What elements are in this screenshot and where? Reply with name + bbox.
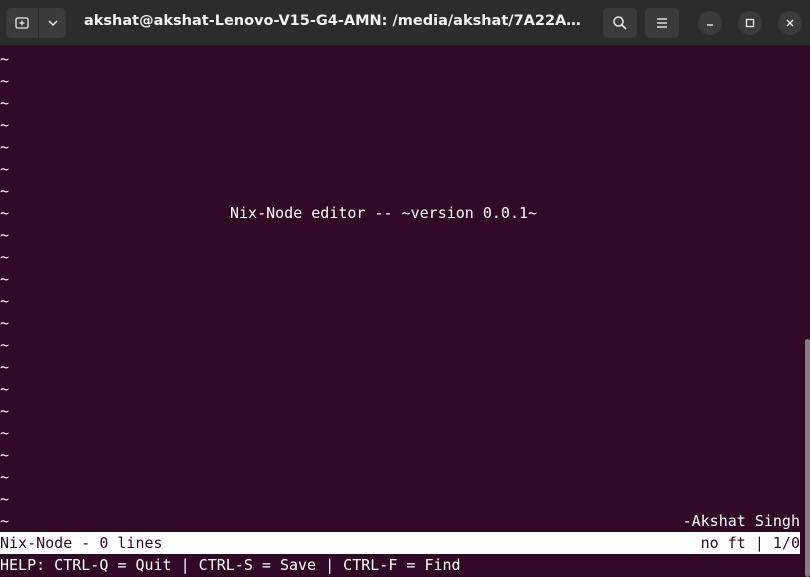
empty-line-marker: ~ (0, 468, 10, 486)
status-file-info: Nix-Node - 0 lines (0, 534, 163, 552)
empty-line-marker: ~ (0, 402, 10, 420)
empty-line-marker: ~ (0, 314, 10, 332)
empty-line-marker: ~ (0, 116, 10, 134)
status-bar: Nix-Node - 0 lines no ft | 1/0 (0, 532, 800, 554)
help-message: HELP: CTRL-Q = Quit | CTRL-S = Save | CT… (0, 556, 461, 574)
minimize-button[interactable] (698, 11, 722, 35)
empty-line-marker: ~ (0, 270, 10, 288)
search-button[interactable] (603, 8, 637, 38)
tab-menu-button[interactable] (39, 8, 66, 38)
welcome-message: Nix-Node editor -- ~version 0.0.1~ (230, 204, 538, 222)
empty-line-marker: ~ (0, 204, 10, 222)
search-icon (613, 16, 627, 30)
minimize-icon (707, 24, 713, 26)
new-tab-icon (15, 17, 29, 29)
empty-line-marker: ~ (0, 94, 10, 112)
empty-line-marker: ~ (0, 512, 10, 530)
empty-line-marker: ~ (0, 226, 10, 244)
empty-line-marker: ~ (0, 446, 10, 464)
status-position: no ft | 1/0 (700, 534, 800, 552)
maximize-button[interactable] (738, 11, 762, 35)
empty-line-marker: ~ (0, 160, 10, 178)
author-credit: -Akshat Singh (682, 512, 800, 530)
vertical-scrollbar[interactable] (805, 339, 810, 577)
empty-line-marker: ~ (0, 358, 10, 376)
main-menu-button[interactable] (645, 8, 679, 38)
empty-line-marker: ~ (0, 248, 10, 266)
title-bar: akshat@akshat-Lenovo-V15-G4-AMN: /media/… (0, 0, 810, 46)
close-icon (786, 19, 794, 27)
maximize-icon (745, 18, 755, 28)
empty-line-marker: ~ (0, 424, 10, 442)
new-tab-button[interactable] (6, 8, 38, 38)
empty-line-marker: ~ (0, 182, 10, 200)
terminal-content[interactable]: ~ ~ ~ ~ ~ ~ ~ ~ ~ ~ ~ ~ ~ ~ ~ ~ ~ ~ ~ ~ … (0, 46, 810, 577)
chevron-down-icon (47, 20, 58, 27)
empty-line-marker: ~ (0, 72, 10, 90)
close-button[interactable] (778, 11, 802, 35)
empty-line-marker: ~ (0, 336, 10, 354)
empty-line-marker: ~ (0, 490, 10, 508)
empty-line-marker: ~ (0, 50, 10, 68)
terminal-window: akshat@akshat-Lenovo-V15-G4-AMN: /media/… (0, 0, 810, 577)
hamburger-menu-icon (657, 18, 667, 28)
empty-line-marker: ~ (0, 380, 10, 398)
empty-line-marker: ~ (0, 292, 10, 310)
empty-line-marker: ~ (0, 138, 10, 156)
window-title: akshat@akshat-Lenovo-V15-G4-AMN: /media/… (84, 13, 584, 29)
